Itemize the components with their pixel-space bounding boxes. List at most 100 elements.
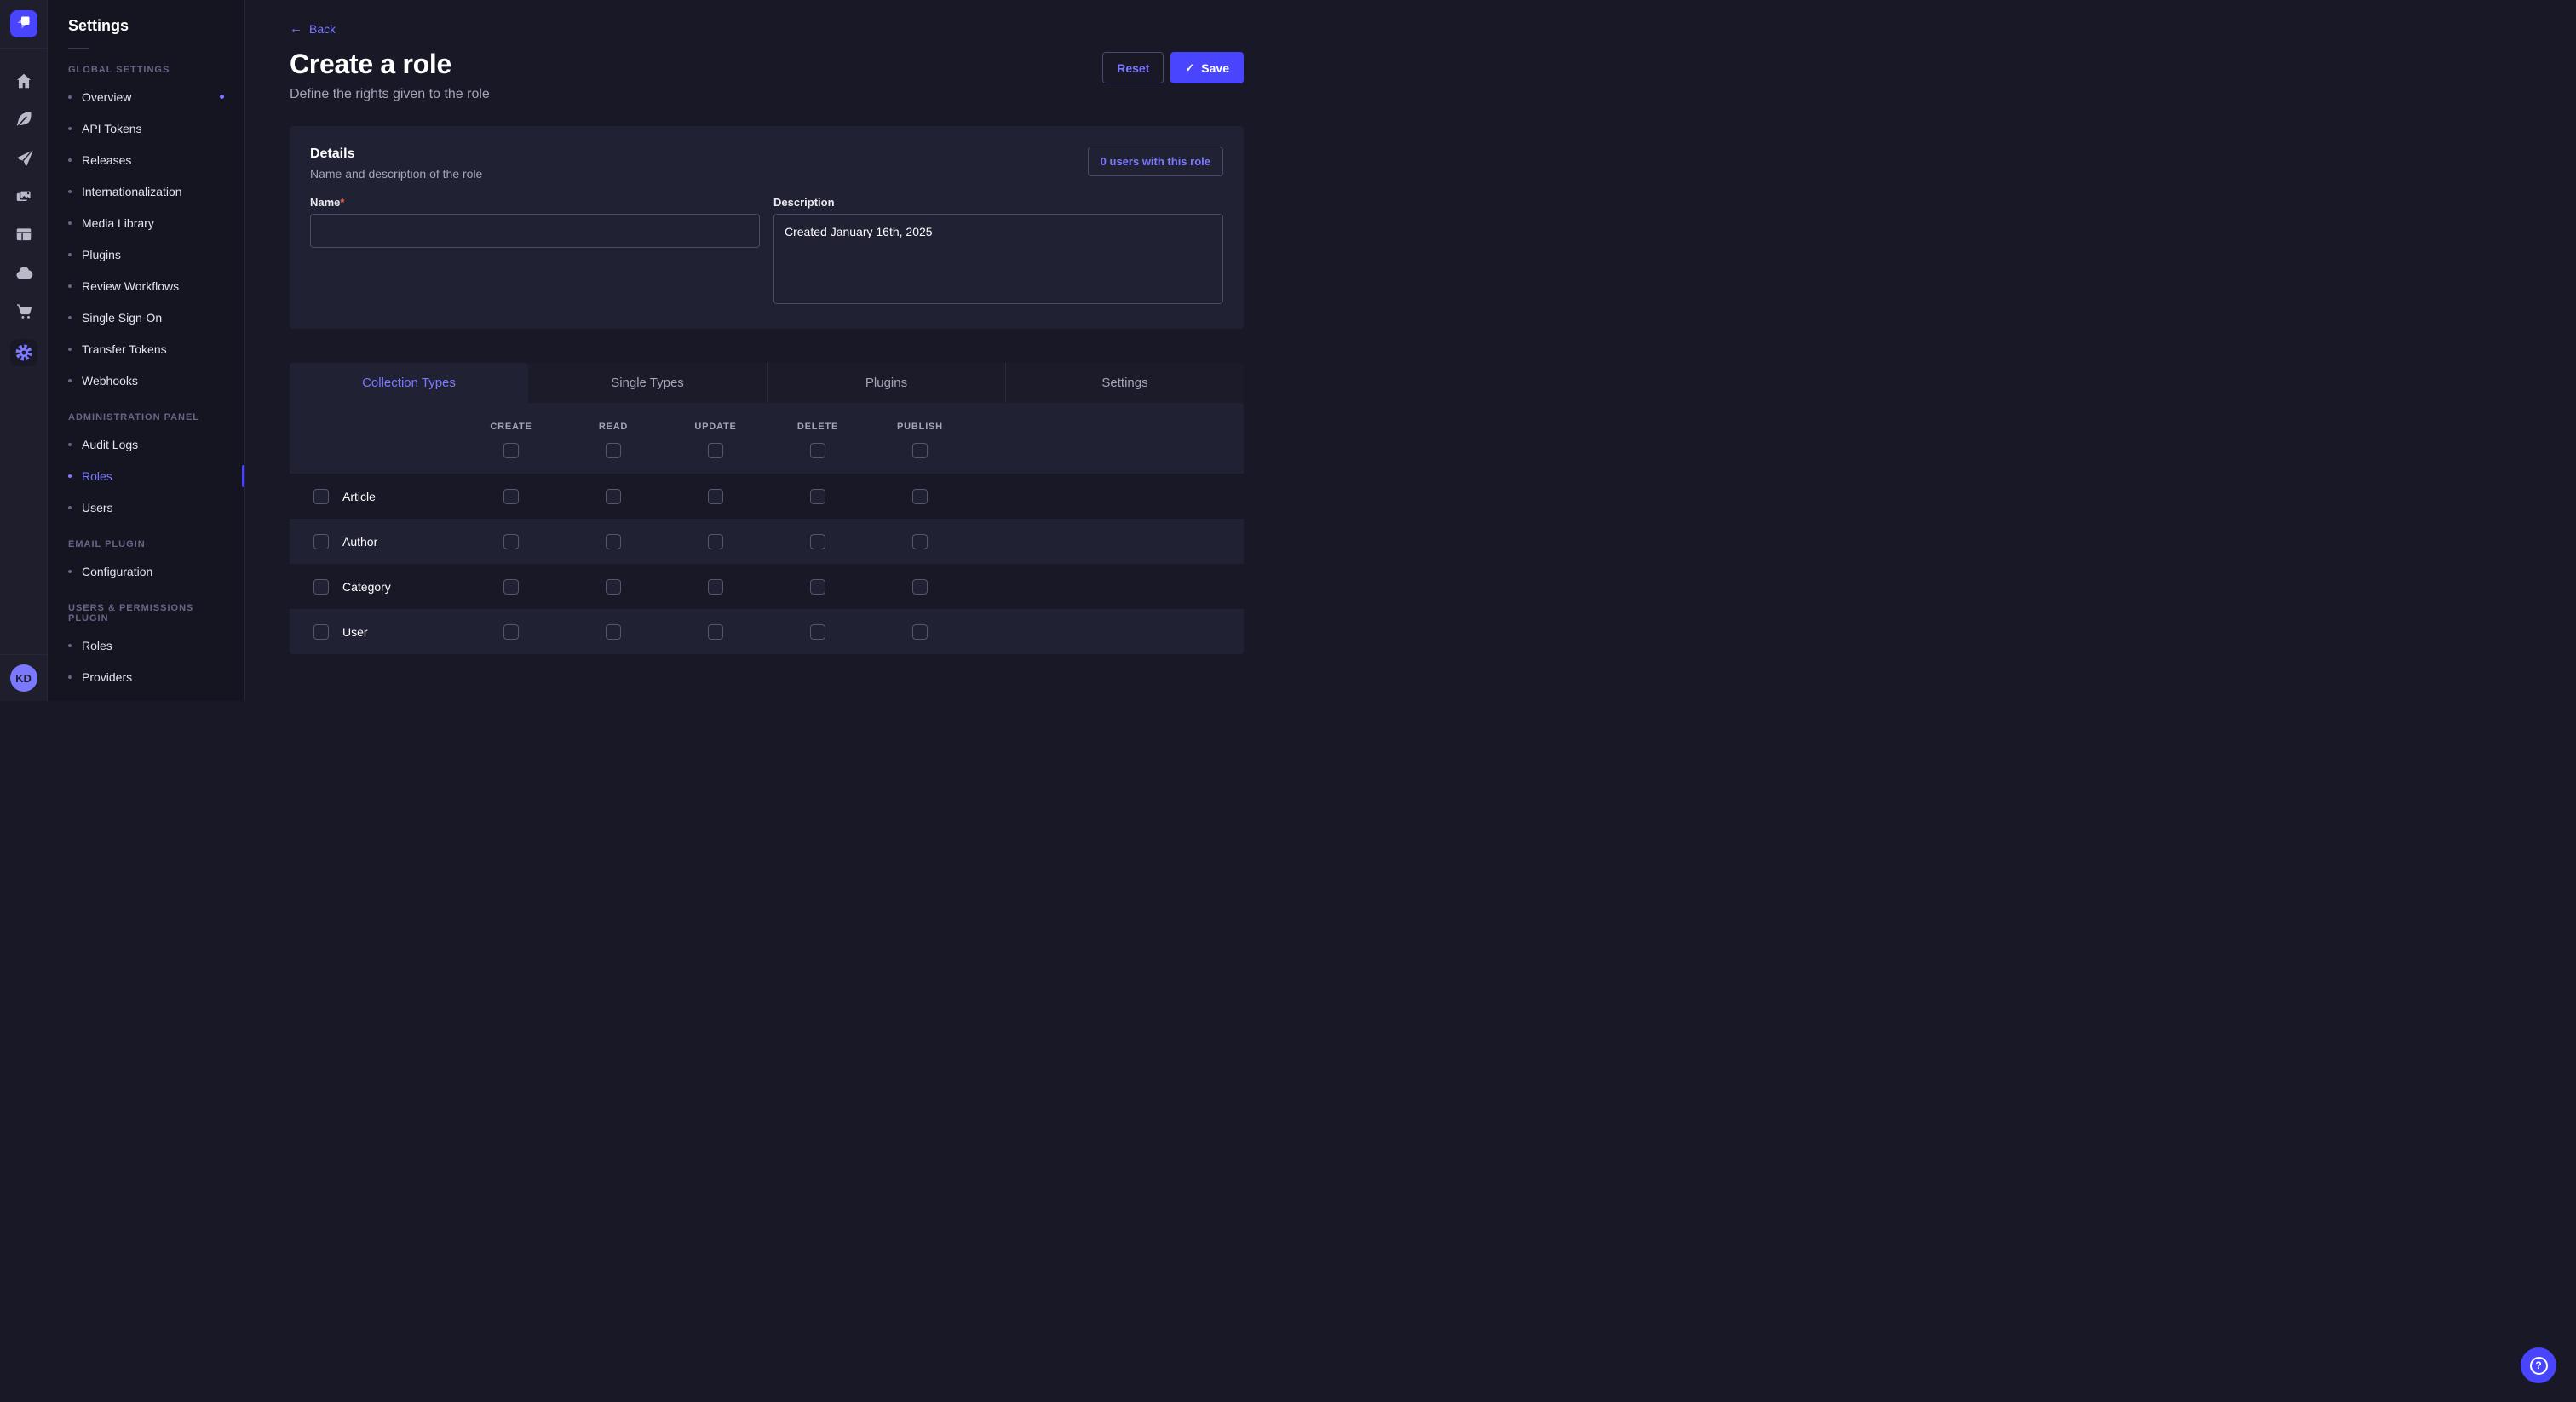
sidebar-item-configuration[interactable]: Configuration <box>48 555 244 587</box>
permissions-table-header: CREATE READ UPDATE DELETE PUBLISH <box>290 403 1244 474</box>
bullet-icon <box>68 284 72 288</box>
cart-icon <box>14 302 33 320</box>
permission-checkbox-create[interactable] <box>503 489 519 504</box>
permission-checkbox-update[interactable] <box>708 624 723 640</box>
permission-checkbox-read[interactable] <box>606 489 621 504</box>
content-type-row-article: Article <box>290 474 1244 519</box>
bullet-icon <box>68 474 72 478</box>
permission-checkbox-create[interactable] <box>503 624 519 640</box>
subnav-title: Settings <box>48 17 244 35</box>
bullet-icon <box>68 253 72 256</box>
permission-checkbox-publish[interactable] <box>912 534 928 549</box>
sidebar-item-review-workflows[interactable]: Review Workflows <box>48 270 244 302</box>
sidebar-item-single-sign-on[interactable]: Single Sign-On <box>48 302 244 333</box>
page-subtitle: Define the rights given to the role <box>290 87 490 102</box>
row-label: Article <box>342 490 376 503</box>
reset-button[interactable]: Reset <box>1102 52 1164 83</box>
settings-nav-button[interactable] <box>10 339 37 366</box>
bullet-icon <box>68 675 72 679</box>
releases-nav-button[interactable] <box>14 147 34 168</box>
permission-checkbox-read[interactable] <box>606 534 621 549</box>
permission-checkbox-publish[interactable] <box>912 489 928 504</box>
name-field[interactable] <box>310 214 760 248</box>
bullet-icon <box>68 127 72 130</box>
row-select-checkbox[interactable] <box>313 489 329 504</box>
permission-checkbox-publish[interactable] <box>912 624 928 640</box>
media-library-nav-button[interactable] <box>14 186 34 206</box>
permissions-rows: Article Author <box>290 474 1244 654</box>
permission-checkbox-delete[interactable] <box>810 534 825 549</box>
home-nav-button[interactable] <box>14 71 34 91</box>
column-header-publish: PUBLISH <box>869 422 971 432</box>
content-nav-button[interactable] <box>14 109 34 129</box>
main-content: ← Back Create a role Define the rights g… <box>245 0 1288 701</box>
row-select-checkbox[interactable] <box>313 534 329 549</box>
sidebar-item-transfer-tokens[interactable]: Transfer Tokens <box>48 333 244 365</box>
sidebar-item-internationalization[interactable]: Internationalization <box>48 175 244 207</box>
permission-checkbox-create[interactable] <box>503 579 519 595</box>
select-all-create-checkbox[interactable] <box>503 443 519 458</box>
sidebar-item-media-library[interactable]: Media Library <box>48 207 244 238</box>
permission-checkbox-delete[interactable] <box>810 489 825 504</box>
bullet-icon <box>68 95 72 99</box>
permission-checkbox-update[interactable] <box>708 579 723 595</box>
rail-bottom: KD <box>0 654 47 701</box>
users-with-role-button[interactable]: 0 users with this role <box>1088 147 1223 176</box>
select-all-publish-checkbox[interactable] <box>912 443 928 458</box>
sidebar-item-releases[interactable]: Releases <box>48 144 244 175</box>
sidebar-item-overview[interactable]: Overview <box>48 81 244 112</box>
permission-checkbox-delete[interactable] <box>810 624 825 640</box>
column-header-read: READ <box>562 422 664 432</box>
marketplace-nav-button[interactable] <box>14 301 34 321</box>
sidebar-item-audit-logs[interactable]: Audit Logs <box>48 428 244 460</box>
permission-checkbox-update[interactable] <box>708 489 723 504</box>
sidebar-item-roles-up[interactable]: Roles <box>48 629 244 661</box>
permission-checkbox-create[interactable] <box>503 534 519 549</box>
bullet-icon <box>68 221 72 225</box>
permission-checkbox-delete[interactable] <box>810 579 825 595</box>
save-button[interactable]: ✓ Save <box>1170 52 1244 83</box>
sidebar-item-webhooks[interactable]: Webhooks <box>48 365 244 396</box>
strapi-logo-icon <box>14 12 34 37</box>
select-all-update-checkbox[interactable] <box>708 443 723 458</box>
tab-collection-types[interactable]: Collection Types <box>290 363 528 403</box>
tab-plugins[interactable]: Plugins <box>767 363 1005 403</box>
sidebar-item-providers[interactable]: Providers <box>48 661 244 692</box>
bullet-icon <box>68 644 72 647</box>
section-heading-email-plugin: EMAIL PLUGIN <box>48 523 244 555</box>
tab-single-types[interactable]: Single Types <box>528 363 767 403</box>
notification-dot <box>220 95 224 99</box>
bullet-icon <box>68 190 72 193</box>
content-type-builder-nav-button[interactable] <box>14 224 34 244</box>
user-avatar[interactable]: KD <box>10 664 37 692</box>
description-field[interactable]: Created January 16th, 2025 <box>773 214 1223 304</box>
sidebar-item-users-admin[interactable]: Users <box>48 491 244 523</box>
back-link[interactable]: ← Back <box>290 22 336 36</box>
description-field-group: Description Created January 16th, 2025 <box>773 196 1223 308</box>
details-card-title: Details <box>310 147 482 162</box>
select-all-read-checkbox[interactable] <box>606 443 621 458</box>
permission-checkbox-update[interactable] <box>708 534 723 549</box>
page-title-block: Create a role Define the rights given to… <box>290 49 490 102</box>
tab-settings[interactable]: Settings <box>1005 363 1244 403</box>
select-all-delete-checkbox[interactable] <box>810 443 825 458</box>
sidebar-item-plugins[interactable]: Plugins <box>48 238 244 270</box>
bullet-icon <box>68 379 72 382</box>
help-button[interactable]: ? <box>2521 1347 2556 1383</box>
required-asterisk: * <box>340 196 344 209</box>
sidebar-item-api-tokens[interactable]: API Tokens <box>48 112 244 144</box>
cloud-nav-button[interactable] <box>14 262 34 283</box>
permission-checkbox-read[interactable] <box>606 624 621 640</box>
column-header-delete: DELETE <box>767 422 869 432</box>
row-select-checkbox[interactable] <box>313 579 329 595</box>
gear-icon <box>15 344 32 361</box>
row-select-checkbox[interactable] <box>313 624 329 640</box>
permission-checkbox-read[interactable] <box>606 579 621 595</box>
details-card-subtitle: Name and description of the role <box>310 167 482 181</box>
row-label: User <box>342 625 368 639</box>
bullet-icon <box>68 506 72 509</box>
sidebar-item-roles-admin[interactable]: Roles <box>48 460 244 491</box>
feather-icon <box>14 110 33 129</box>
strapi-logo[interactable] <box>10 10 37 37</box>
permission-checkbox-publish[interactable] <box>912 579 928 595</box>
